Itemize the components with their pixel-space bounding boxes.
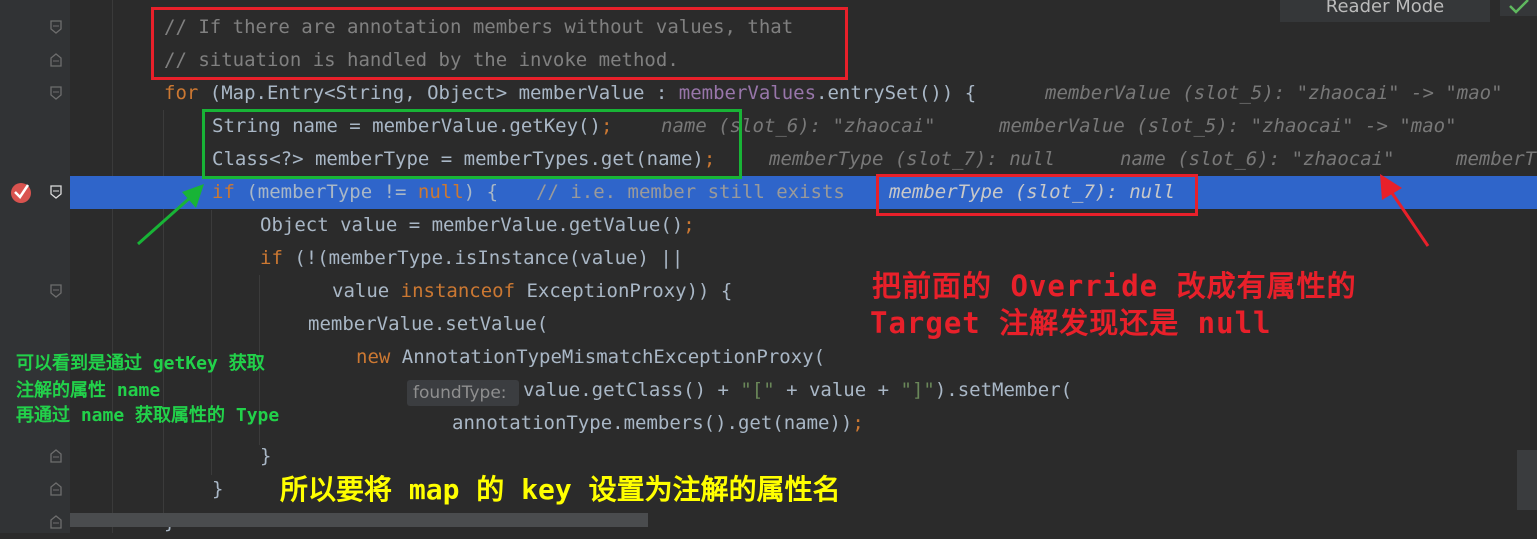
keyword: if	[212, 181, 235, 203]
fold-marker-icon[interactable]	[50, 53, 62, 67]
code-text: for (Map.Entry<String, Object> memberVal…	[164, 83, 976, 104]
null-value-highlight-box	[876, 174, 1198, 216]
code-text: value.getClass() + "[" + value + "]").se…	[523, 380, 1072, 401]
code-line-10: memberValue.setValue(	[0, 308, 1537, 341]
code-fragment: ).setMember(	[934, 379, 1073, 401]
debug-inline-value: name (slot_6): "zhaocai"	[1120, 148, 1395, 170]
keyword: null	[417, 181, 464, 203]
code-fragment: annotationType.members().get(name))	[452, 412, 853, 434]
code-text: }	[212, 478, 224, 500]
field-name: memberValues	[678, 82, 817, 104]
string-literal: "]"	[900, 379, 935, 401]
fold-marker-icon[interactable]	[50, 284, 62, 298]
code-text: Object value = memberValue.getValue();	[260, 215, 695, 236]
comment-highlight-box	[151, 7, 848, 80]
code-fragment: ExceptionProxy)) {	[515, 280, 733, 302]
semicolon: ;	[852, 412, 864, 434]
fold-marker-icon[interactable]	[50, 20, 62, 34]
fold-marker-icon[interactable]	[50, 515, 62, 529]
code-line-6: if (memberType != null) { // i.e. member…	[0, 176, 1537, 209]
keyword: for	[164, 82, 199, 104]
debug-inline-value: memberType (slot_7): null	[769, 148, 1055, 170]
code-text: memberValue.setValue(	[308, 313, 549, 335]
string-literal: "["	[740, 379, 775, 401]
green-annotation-line-1: 可以看到是通过 getKey 获取	[16, 353, 265, 374]
green-arrow-icon	[137, 184, 204, 246]
code-fragment: AnnotationTypeMismatchExceptionProxy(	[390, 346, 826, 368]
horizontal-scrollbar[interactable]	[70, 513, 648, 527]
code-fragment: Object value = memberValue.getValue()	[260, 214, 684, 236]
red-annotation-line-2: Target 注解发现还是 null	[870, 306, 1272, 340]
getkey-highlight-box	[202, 109, 742, 179]
code-text: if (memberType != null) {	[212, 182, 498, 203]
code-text: annotationType.members().get(name));	[452, 413, 864, 434]
breakpoint-icon[interactable]	[9, 180, 33, 204]
code-fragment: (!(memberType.isInstance(value) ||	[282, 247, 684, 269]
code-fragment: (Map.Entry<String, Object> memberValue :	[198, 82, 679, 104]
comment-text: // i.e. member still exists	[536, 181, 845, 203]
keyword: instanceof	[400, 280, 516, 302]
code-line-7: Object value = memberValue.getValue();	[0, 209, 1537, 242]
code-text: value instanceof ExceptionProxy)) {	[332, 281, 732, 302]
fold-marker-icon[interactable]	[50, 185, 62, 199]
fold-marker-icon[interactable]	[50, 449, 62, 463]
red-annotation-line-1: 把前面的 Override 改成有属性的	[872, 269, 1357, 303]
code-fragment: value.getClass() +	[523, 379, 741, 401]
code-text: new AnnotationTypeMismatchExceptionProxy…	[356, 347, 825, 368]
fold-marker-icon[interactable]	[50, 86, 62, 100]
green-annotation-line-3: 再通过 name 获取属性的 Type	[16, 405, 280, 426]
code-fragment: (memberType !=	[234, 181, 418, 203]
code-fragment: + value +	[774, 379, 901, 401]
code-fragment: .entrySet()) {	[816, 82, 977, 104]
fold-marker-icon[interactable]	[50, 482, 62, 496]
debug-inline-value: memberT	[1456, 148, 1537, 170]
code-text: }	[260, 445, 272, 467]
code-fragment: ) {	[463, 181, 499, 203]
keyword: if	[260, 247, 283, 269]
semicolon: ;	[683, 214, 695, 236]
keyword: new	[356, 346, 391, 368]
yellow-annotation: 所以要将 map 的 key 设置为注解的属性名	[280, 473, 841, 506]
red-arrow-icon	[1380, 174, 1430, 247]
code-line-3: for (Map.Entry<String, Object> memberVal…	[0, 77, 1537, 110]
code-text: if (!(memberType.isInstance(value) ||	[260, 248, 683, 269]
green-annotation-line-2: 注解的属性 name	[16, 380, 161, 401]
code-fragment: value	[332, 280, 401, 302]
debug-inline-value: memberValue (slot_5): "zhaocai" -> "mao"	[999, 115, 1457, 137]
vertical-scrollbar[interactable]	[1517, 450, 1537, 510]
debug-inline-value: memberValue (slot_5): "zhaocai" -> "mao"	[1045, 82, 1503, 104]
